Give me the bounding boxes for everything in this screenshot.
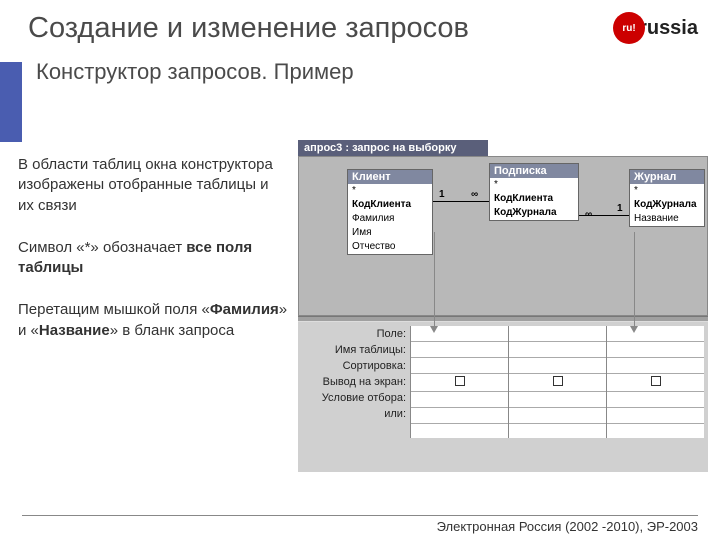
cell-table[interactable]: [607, 342, 704, 358]
cell-sort[interactable]: [607, 358, 704, 374]
cell-criteria[interactable]: [411, 392, 508, 408]
cell-or[interactable]: [607, 408, 704, 424]
drag-arrow-icon: [430, 326, 438, 333]
grid-column[interactable]: [508, 326, 606, 438]
cell-field[interactable]: [607, 326, 704, 342]
footer-text: Электронная Россия (2002 -2010), ЭР-2003: [437, 519, 698, 534]
rel-many: ∞: [471, 189, 478, 200]
grid-columns: [410, 322, 708, 472]
field-star[interactable]: *: [348, 184, 432, 198]
show-checkbox[interactable]: [455, 376, 465, 386]
logo-ball-icon: ru!: [613, 12, 645, 44]
paragraph-3: Перетащим мышкой поля «Фамилия» и «Назва…: [18, 300, 288, 341]
field-kodzhurnala[interactable]: КодЖурнала: [630, 198, 704, 212]
p3b: Фамилия: [210, 301, 279, 318]
label-imya-tablitsy: Имя таблицы:: [302, 342, 406, 358]
cell-table[interactable]: [411, 342, 508, 358]
cell-or[interactable]: [509, 408, 606, 424]
label-ili: или:: [302, 406, 406, 422]
relationship-line[interactable]: [433, 201, 489, 202]
design-grid: Поле: Имя таблицы: Сортировка: Вывод на …: [298, 322, 708, 472]
table-podpiska[interactable]: Подписка * КодКлиента КодЖурнала: [489, 163, 579, 221]
grid-column[interactable]: [410, 326, 508, 438]
field-kodklienta[interactable]: КодКлиента: [348, 198, 432, 212]
grid-column[interactable]: [606, 326, 704, 438]
p3a: Перетащим мышкой поля «: [18, 301, 210, 318]
cell-show[interactable]: [411, 376, 508, 392]
logo: ru! russia: [613, 12, 698, 44]
table-zhurnal[interactable]: Журнал * КодЖурнала Название: [629, 169, 705, 227]
cell-criteria[interactable]: [509, 392, 606, 408]
query-designer: апрос3 : запрос на выборку Клиент * КодК…: [298, 140, 708, 480]
label-sortirovka: Сортировка:: [302, 358, 406, 374]
paragraph-1: В области таблиц окна конструктора изобр…: [18, 155, 288, 216]
logo-text: russia: [639, 17, 698, 40]
window-titlebar: апрос3 : запрос на выборку: [298, 140, 488, 156]
cell-or[interactable]: [411, 408, 508, 424]
drag-arrow-icon: [630, 326, 638, 333]
field-otchestvo[interactable]: Отчество: [348, 240, 432, 254]
cell-table[interactable]: [509, 342, 606, 358]
field-star[interactable]: *: [490, 178, 578, 192]
table-header[interactable]: Подписка: [490, 164, 578, 178]
field-kodklienta[interactable]: КодКлиента: [490, 192, 578, 206]
table-klient[interactable]: Клиент * КодКлиента Фамилия Имя Отчество: [347, 169, 433, 255]
rel-one: 1: [617, 203, 623, 214]
field-imya[interactable]: Имя: [348, 226, 432, 240]
cell-sort[interactable]: [509, 358, 606, 374]
field-star[interactable]: *: [630, 184, 704, 198]
p3d: Название: [39, 322, 110, 339]
cell-field[interactable]: [509, 326, 606, 342]
p2-text: Символ «*» обозначает: [18, 239, 186, 256]
show-checkbox[interactable]: [553, 376, 563, 386]
grid-row-labels: Поле: Имя таблицы: Сортировка: Вывод на …: [298, 322, 410, 472]
paragraph-2: Символ «*» обозначает все поля таблицы: [18, 238, 288, 279]
page-subtitle: Конструктор запросов. Пример: [0, 45, 720, 85]
cell-show[interactable]: [607, 376, 704, 392]
show-checkbox[interactable]: [651, 376, 661, 386]
cell-show[interactable]: [509, 376, 606, 392]
table-header[interactable]: Журнал: [630, 170, 704, 184]
description-column: В области таблиц окна конструктора изобр…: [18, 155, 288, 363]
tables-pane[interactable]: Клиент * КодКлиента Фамилия Имя Отчество…: [298, 156, 708, 316]
cell-field[interactable]: [411, 326, 508, 342]
label-vyvod: Вывод на экран:: [302, 374, 406, 390]
cell-sort[interactable]: [411, 358, 508, 374]
drag-arrow-line: [634, 232, 635, 328]
accent-strip: [0, 62, 22, 142]
field-nazvanie[interactable]: Название: [630, 212, 704, 226]
cell-criteria[interactable]: [607, 392, 704, 408]
p3e: » в бланк запроса: [110, 322, 235, 339]
label-pole: Поле:: [302, 326, 406, 342]
field-kodzhurnala[interactable]: КодЖурнала: [490, 206, 578, 220]
footer-divider: [22, 515, 698, 516]
drag-arrow-line: [434, 232, 435, 328]
label-uslovie: Условие отбора:: [302, 390, 406, 406]
field-familia[interactable]: Фамилия: [348, 212, 432, 226]
rel-one: 1: [439, 189, 445, 200]
table-header[interactable]: Клиент: [348, 170, 432, 184]
page-title: Создание и изменение запросов: [0, 0, 720, 45]
rel-many: ∞: [585, 209, 592, 220]
